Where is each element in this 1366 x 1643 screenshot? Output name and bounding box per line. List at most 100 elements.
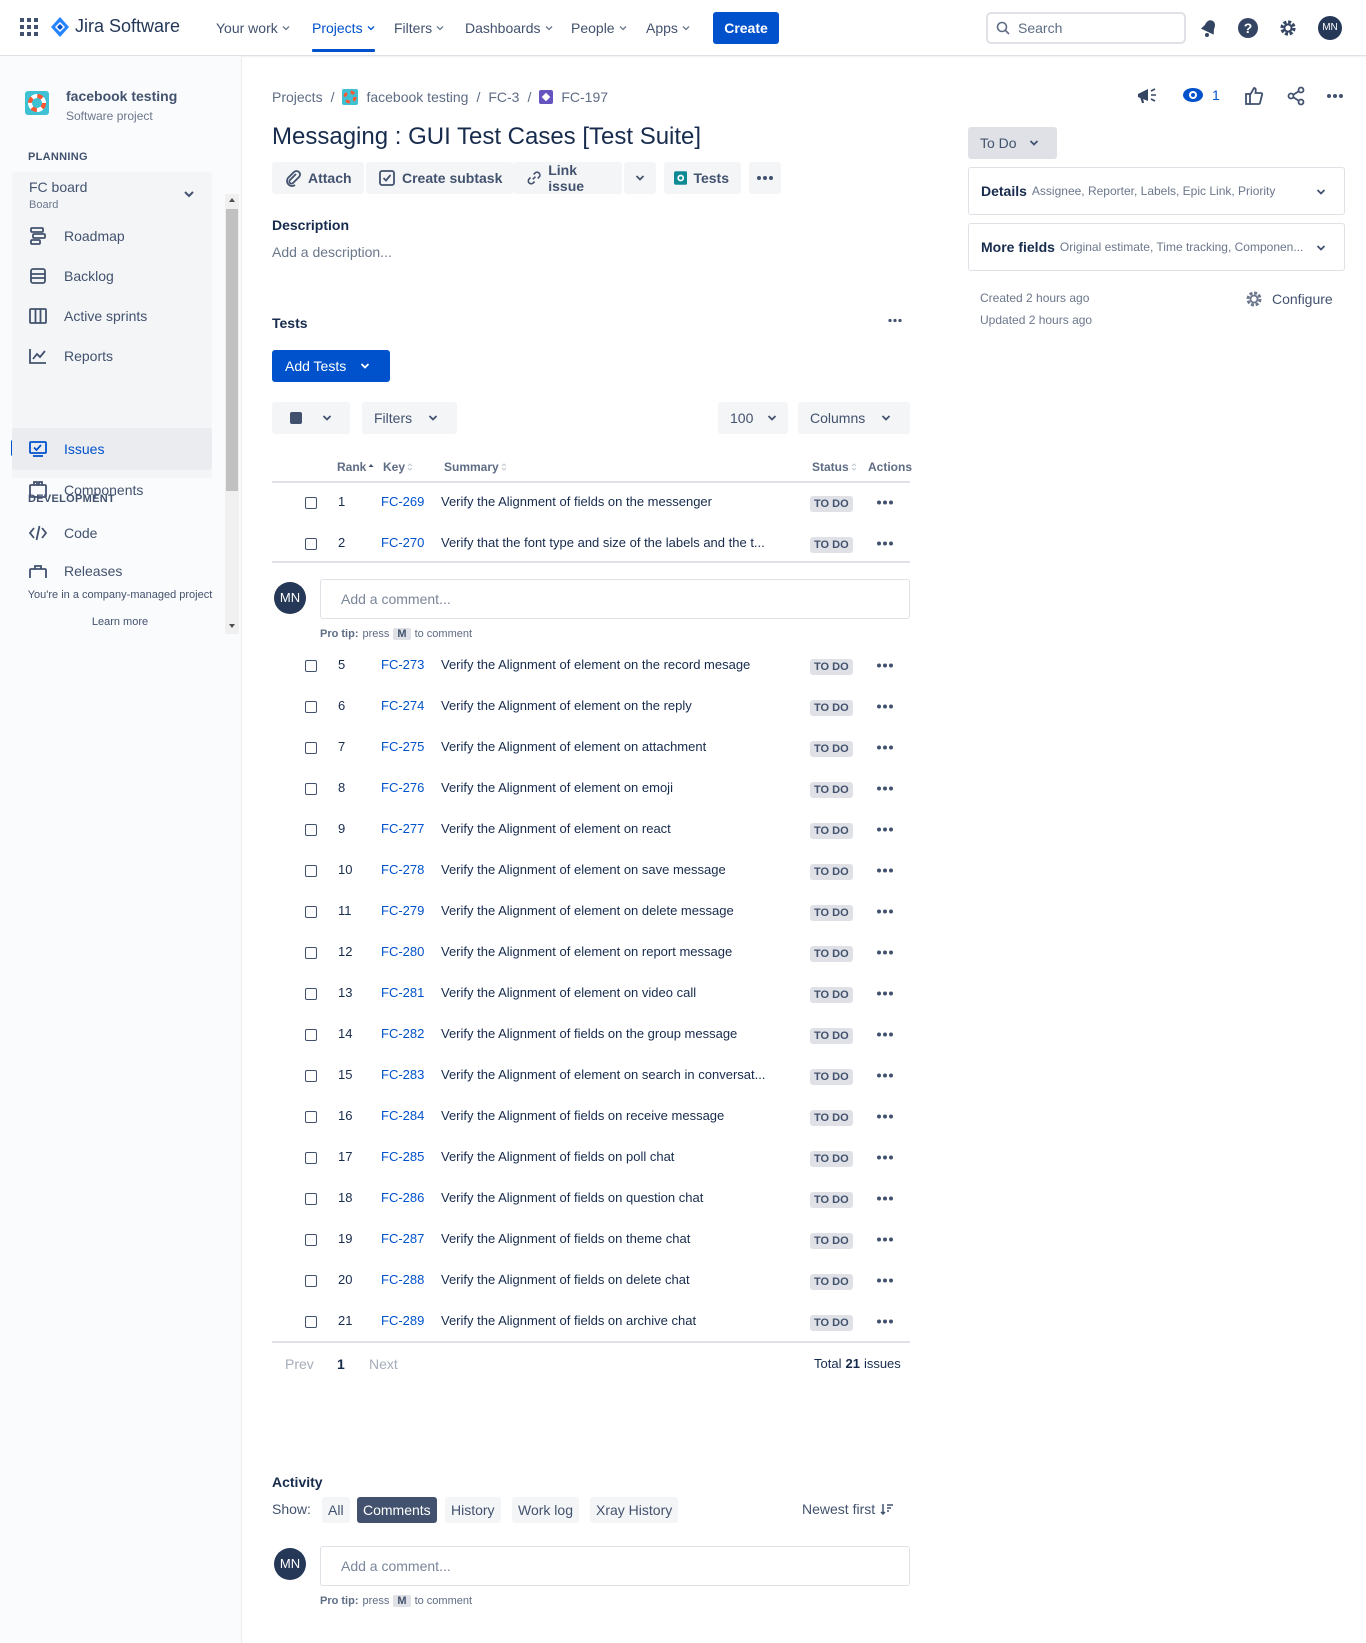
row-checkbox[interactable] [305,1275,317,1287]
sidebar-item-active-sprints[interactable]: Active sprints [12,296,212,336]
row-checkbox[interactable] [305,783,317,795]
notifications-icon[interactable] [1195,14,1223,42]
row-checkbox[interactable] [305,1111,317,1123]
tests-more-icon[interactable] [888,318,902,323]
filters-button[interactable]: Filters [362,402,457,434]
comment-input[interactable]: Add a comment... [320,579,910,619]
table-row[interactable]: 12 FC-280 Verify the Alignment of element … [272,935,910,976]
row-actions-icon[interactable] [873,860,897,880]
row-key-link[interactable]: FC-269 [381,494,424,509]
row-actions-icon[interactable] [873,1147,897,1167]
jira-logo[interactable]: Jira Software [51,16,180,37]
sidebar-item-issues[interactable]: Issues [12,428,212,470]
create-subtask-button[interactable]: Create subtask [366,162,515,194]
row-actions-icon[interactable] [873,1106,897,1126]
row-actions-icon[interactable] [873,901,897,921]
row-checkbox[interactable] [305,538,317,550]
row-checkbox[interactable] [305,988,317,1000]
issue-title[interactable]: Messaging : GUI Test Cases [Test Suite] [272,123,701,151]
row-actions-icon[interactable] [873,737,897,757]
pagination-prev[interactable]: Prev [285,1356,314,1372]
pagination-page[interactable]: 1 [337,1356,345,1372]
nav-filters[interactable]: Filters [394,0,444,56]
row-actions-icon[interactable] [873,1188,897,1208]
chevron-down-icon[interactable] [183,190,195,198]
tests-button[interactable]: Tests [664,162,741,194]
share-icon[interactable] [1286,86,1306,106]
row-checkbox[interactable] [305,824,317,836]
row-key-link[interactable]: FC-286 [381,1190,424,1205]
row-checkbox[interactable] [305,865,317,877]
table-row[interactable]: 9 FC-277 Verify the Alignment of element o… [272,812,910,853]
row-actions-icon[interactable] [873,1065,897,1085]
status-transition-button[interactable]: To Do [968,127,1057,159]
sort-order-button[interactable]: Newest first [802,1501,894,1517]
table-row[interactable]: 6 FC-274 Verify the Alignment of element o… [272,689,910,730]
activity-tab-history[interactable]: History [445,1497,501,1523]
row-summary[interactable]: Verify the Alignment of fields on questi… [441,1190,786,1205]
table-row[interactable]: 20 FC-288 Verify the Alignment of fields o… [272,1263,910,1304]
configure-button[interactable]: Configure [1244,289,1333,309]
row-checkbox[interactable] [305,742,317,754]
row-actions-icon[interactable] [873,1270,897,1290]
sidebar-project-name[interactable]: facebook testing [66,88,177,104]
row-checkbox[interactable] [305,1152,317,1164]
link-issue-button[interactable]: Link issue [514,162,622,194]
row-actions-icon[interactable] [873,942,897,962]
row-checkbox[interactable] [305,1193,317,1205]
link-issue-dropdown[interactable] [624,162,656,194]
row-checkbox[interactable] [305,906,317,918]
sidebar-item-reports[interactable]: Reports [12,336,212,376]
row-key-link[interactable]: FC-273 [381,657,424,672]
row-actions-icon[interactable] [873,696,897,716]
table-row[interactable]: 8 FC-276 Verify the Alignment of element o… [272,771,910,812]
row-checkbox[interactable] [305,947,317,959]
breadcrumb-project[interactable]: facebook testing [366,89,468,105]
row-checkbox[interactable] [305,660,317,672]
row-summary[interactable]: Verify the Alignment of fields on the me… [441,494,786,509]
table-row[interactable]: 13 FC-281 Verify the Alignment of element … [272,976,910,1017]
row-summary[interactable]: Verify the Alignment of element on searc… [441,1067,786,1082]
row-key-link[interactable]: FC-284 [381,1108,424,1123]
nav-apps[interactable]: Apps [646,0,690,56]
row-checkbox[interactable] [305,701,317,713]
vote-thumbs-up-icon[interactable] [1244,86,1264,106]
row-actions-icon[interactable] [873,1024,897,1044]
table-row[interactable]: 14 FC-282 Verify the Alignment of fields o… [272,1017,910,1058]
column-header-rank[interactable]: Rank [337,460,374,474]
row-key-link[interactable]: FC-280 [381,944,424,959]
row-summary[interactable]: Verify the Alignment of element on video… [441,985,786,1000]
row-summary[interactable]: Verify the Alignment of element on attac… [441,739,786,754]
row-actions-icon[interactable] [873,983,897,1003]
table-row[interactable]: 15 FC-283 Verify the Alignment of element … [272,1058,910,1099]
activity-tab-comments[interactable]: Comments [357,1497,437,1523]
table-row[interactable]: 1 FC-269 Verify the Alignment of fields on… [272,485,910,526]
table-row[interactable]: 16 FC-284 Verify the Alignment of fields o… [272,1099,910,1140]
column-header-summary[interactable]: Summary [444,460,507,474]
row-key-link[interactable]: FC-285 [381,1149,424,1164]
project-avatar[interactable] [25,91,49,115]
search-input[interactable]: Search [986,12,1186,44]
columns-button[interactable]: Columns [798,402,910,434]
app-switcher-icon[interactable] [20,18,38,36]
table-row[interactable]: 7 FC-275 Verify the Alignment of element o… [272,730,910,771]
details-panel[interactable]: Details Assignee, Reporter, Labels, Epic… [968,167,1345,215]
table-row[interactable]: 10 FC-278 Verify the Alignment of element … [272,853,910,894]
nav-projects[interactable]: Projects [312,0,375,56]
row-actions-icon[interactable] [873,533,897,553]
activity-tab-work-log[interactable]: Work log [512,1497,579,1523]
row-summary[interactable]: Verify the Alignment of fields on theme … [441,1231,786,1246]
sidebar-item-backlog[interactable]: Backlog [12,256,212,296]
user-avatar[interactable]: MN [1318,16,1342,40]
table-row[interactable]: 21 FC-289 Verify the Alignment of fields o… [272,1304,910,1345]
nav-your-work[interactable]: Your work [216,0,290,56]
row-key-link[interactable]: FC-277 [381,821,424,836]
row-summary[interactable]: Verify the Alignment of element on save … [441,862,786,877]
feedback-megaphone-icon[interactable] [1136,86,1158,106]
row-summary[interactable]: Verify the Alignment of element on emoji [441,780,786,795]
row-checkbox[interactable] [305,1029,317,1041]
row-key-link[interactable]: FC-275 [381,739,424,754]
create-button[interactable]: Create [713,12,779,44]
row-key-link[interactable]: FC-282 [381,1026,424,1041]
table-row[interactable]: 11 FC-279 Verify the Alignment of element … [272,894,910,935]
